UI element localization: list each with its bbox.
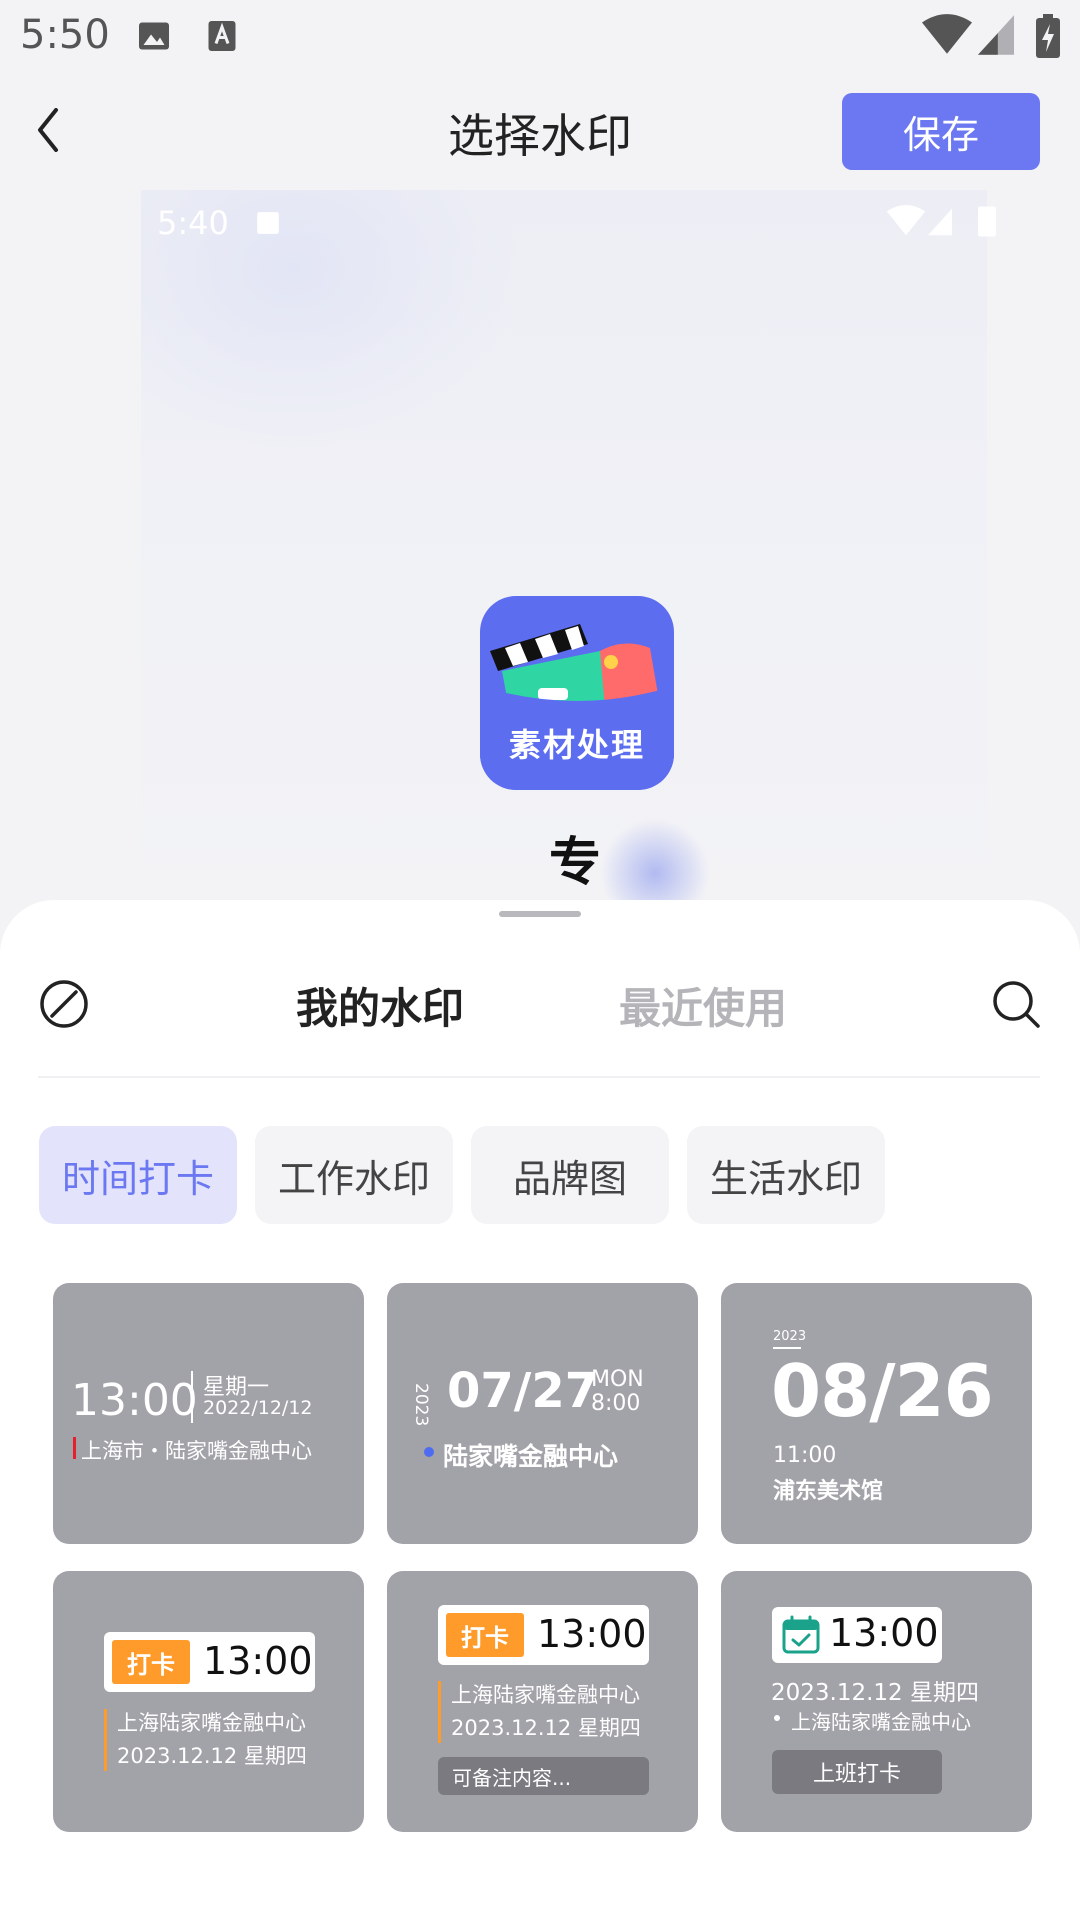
card5-date: 2023.12.12 星期四 [451, 1716, 641, 1740]
card2-dot [424, 1447, 434, 1457]
none-icon [40, 980, 88, 1028]
category-work[interactable]: 工作水印 [255, 1126, 453, 1224]
category-brand[interactable]: 品牌图 [471, 1126, 669, 1224]
no-watermark-button[interactable] [38, 978, 90, 1030]
card4-time: 13:00 [203, 1639, 313, 1683]
sheet-drag-handle[interactable] [499, 911, 581, 917]
card1-time: 13:00 [71, 1375, 198, 1426]
wifi-icon [922, 14, 972, 54]
card2-date: 07/27 [447, 1363, 599, 1419]
font-icon [208, 21, 236, 51]
search-icon [993, 981, 1040, 1028]
card2-year: 2023 [411, 1383, 431, 1427]
card6-time: 13:00 [829, 1611, 939, 1655]
card4-marker [104, 1709, 107, 1771]
card6-dot [774, 1715, 780, 1721]
card3-time: 11:00 [773, 1443, 837, 1468]
category-time-clock[interactable]: 时间打卡 [39, 1126, 237, 1224]
watermark-card-6[interactable]: 13:00 2023.12.12 星期四 上海陆家嘴金融中心 上班打卡 [721, 1571, 1032, 1832]
preview-status-time: 5:40 [157, 204, 229, 242]
preview-text: 专 [549, 833, 602, 893]
card1-marker [73, 1437, 76, 1459]
card2-time: 8:00 [591, 1391, 641, 1416]
card3-year: 2023 [773, 1329, 807, 1344]
card5-tag: 打卡 [446, 1613, 524, 1657]
watermark-card-1[interactable]: 13:00 星期一 2022/12/12 上海市・陆家嘴金融中心 [53, 1283, 364, 1544]
card5-note: 可备注内容... [438, 1757, 649, 1795]
card6-date: 2023.12.12 星期四 [771, 1680, 979, 1706]
card4-date: 2023.12.12 星期四 [117, 1744, 307, 1768]
card5-location: 上海陆家嘴金融中心 [451, 1683, 640, 1707]
status-time: 5:50 [20, 12, 110, 58]
card1-location: 上海市・陆家嘴金融中心 [81, 1439, 312, 1463]
calendar-icon [782, 1615, 820, 1654]
card4-location: 上海陆家嘴金融中心 [117, 1711, 306, 1735]
card2-day: MON [591, 1367, 644, 1392]
tab-my-watermarks[interactable]: 我的水印 [296, 975, 464, 1036]
watermark-card-4[interactable]: 打卡 13:00 上海陆家嘴金融中心 2023.12.12 星期四 [53, 1571, 364, 1832]
save-button[interactable]: 保存 [842, 93, 1040, 170]
search-button[interactable] [990, 978, 1042, 1030]
battery-icon [1036, 14, 1060, 58]
watermark-card-3[interactable]: 2023 08/26 11:00 浦东美术馆 [721, 1283, 1032, 1544]
tab-recent[interactable]: 最近使用 [619, 975, 787, 1036]
image-icon [139, 22, 169, 50]
card4-tag: 打卡 [112, 1640, 190, 1684]
card2-location: 陆家嘴金融中心 [443, 1442, 619, 1471]
card6-button: 上班打卡 [772, 1750, 942, 1794]
preview-battery-icon [978, 206, 996, 237]
signal-icon [978, 15, 1014, 55]
preview-font-icon [257, 212, 279, 234]
card5-time: 13:00 [537, 1612, 647, 1656]
card5-marker [438, 1681, 441, 1743]
card3-location: 浦东美术馆 [773, 1479, 884, 1504]
app-icon: 素材处理 [480, 596, 674, 790]
card3-date: 08/26 [771, 1349, 994, 1433]
watermark-card-5[interactable]: 打卡 13:00 上海陆家嘴金融中心 2023.12.12 星期四 可备注内容.… [387, 1571, 698, 1832]
card1-separator [191, 1371, 193, 1423]
preview-wifi-icon [886, 205, 926, 236]
category-life[interactable]: 生活水印 [687, 1126, 885, 1224]
app-icon-label: 素材处理 [508, 726, 645, 764]
divider [38, 1076, 1040, 1078]
card1-date: 2022/12/12 [203, 1397, 313, 1419]
card6-location: 上海陆家嘴金融中心 [791, 1710, 971, 1734]
watermark-card-2[interactable]: 2023 07/27 MON 8:00 陆家嘴金融中心 [387, 1283, 698, 1544]
preview-signal-icon [928, 208, 952, 236]
